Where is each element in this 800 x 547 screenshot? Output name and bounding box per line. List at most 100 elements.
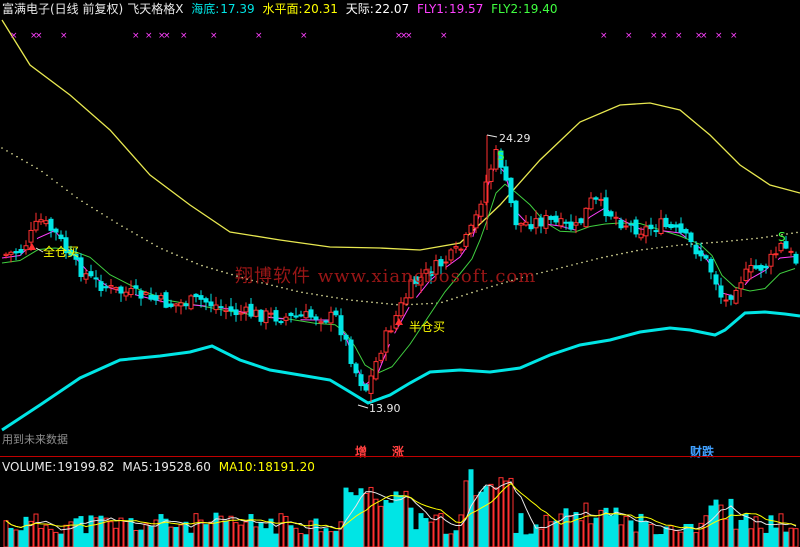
- candle-body: [543, 215, 549, 229]
- candle-body: [448, 249, 454, 261]
- mid-dot: [101, 212, 103, 215]
- mid-dot: [711, 241, 713, 244]
- mid-dot: [741, 239, 743, 241]
- mid-dot: [231, 273, 233, 276]
- candle-body: [613, 216, 619, 219]
- candle-body: [233, 309, 239, 316]
- x-marker: ×: [700, 31, 708, 41]
- volume-bar: [458, 514, 464, 547]
- mid-dot: [471, 291, 473, 294]
- mid-dot: [46, 174, 48, 177]
- mid-dot: [71, 193, 73, 195]
- candle-body: [788, 250, 794, 253]
- candle-body: [148, 294, 154, 300]
- mid-dot: [1, 147, 3, 149]
- mid-dot: [191, 260, 193, 263]
- mid-dot: [326, 295, 328, 298]
- mid-dot: [631, 250, 633, 253]
- candle-body: [208, 301, 214, 307]
- volume-value: 19199.82: [57, 460, 115, 474]
- volume-bar: [778, 513, 784, 547]
- volume-bar: [628, 520, 634, 547]
- x-marker: ×: [440, 31, 448, 41]
- volume-bar: [508, 477, 514, 547]
- candle-body: [683, 229, 689, 234]
- candle-body: [278, 321, 284, 324]
- candle-body: [678, 223, 684, 233]
- low-pointer: [357, 404, 369, 409]
- volume-bar: [128, 518, 134, 547]
- candle-body: [758, 265, 764, 271]
- candle-body: [628, 223, 634, 226]
- volume-bar: [48, 528, 54, 547]
- candle-body: [508, 177, 514, 204]
- candle-body: [733, 289, 739, 304]
- volume-bar: [748, 528, 754, 547]
- indicator-label-zhang: 涨: [392, 445, 405, 459]
- volume-bar: [573, 512, 579, 547]
- mid-dot: [136, 233, 138, 236]
- mid-dot: [551, 269, 553, 271]
- candle-body: [228, 306, 234, 312]
- mid-dot: [576, 262, 578, 265]
- mid-dot: [351, 299, 353, 302]
- x-marker: ×: [300, 31, 308, 41]
- volume-bar: [298, 533, 304, 547]
- stock-chart[interactable]: × × × × × × × × × × × × × × × × × × × × × × × × × 富满电子(日线 前复权) 飞天…: [0, 0, 800, 547]
- volume-bar: [483, 486, 489, 547]
- mid-dot: [61, 185, 63, 188]
- mid-dot: [311, 293, 313, 295]
- mid-dot: [456, 296, 458, 299]
- volume-bar: [118, 517, 124, 547]
- volume-bar: [398, 495, 404, 547]
- x-marker: ×: [625, 31, 633, 41]
- mid-dot: [641, 248, 643, 251]
- volume-bar: [73, 518, 79, 547]
- candle-body: [158, 295, 164, 300]
- mid-dot: [541, 271, 543, 274]
- volume-bar: [188, 532, 194, 547]
- candle-body: [693, 244, 699, 255]
- candle-body: [533, 218, 539, 229]
- ma10-value: 18191.20: [257, 460, 315, 474]
- x-marker: ×: [730, 31, 738, 41]
- mid-dot: [411, 303, 413, 306]
- mid-dot: [141, 236, 143, 239]
- stock-title: 富满电子(日线 前复权): [2, 2, 124, 16]
- candle-body: [178, 302, 184, 307]
- volume-bar: [553, 520, 559, 547]
- mid-dot: [391, 303, 393, 306]
- mid-dot: [106, 216, 108, 218]
- mid-dot: [91, 206, 93, 209]
- volume-bar: [328, 531, 334, 547]
- volume-bar: [743, 513, 749, 547]
- volume-bar: [93, 517, 99, 547]
- candle-body: [518, 222, 524, 226]
- haidi-value: 17.39: [220, 2, 255, 16]
- mid-dot: [346, 298, 348, 301]
- mid-dot: [596, 257, 598, 260]
- candle-body: [458, 248, 464, 251]
- mid-dot: [176, 254, 178, 257]
- candle-body: [118, 286, 124, 294]
- x-marker: ×: [650, 31, 658, 41]
- candle-body: [708, 258, 714, 273]
- mid-dot: [161, 248, 163, 250]
- volume-bar: [418, 513, 424, 547]
- candle-body: [713, 274, 719, 285]
- volume-bar: [283, 515, 289, 547]
- volume-bar: [238, 524, 244, 547]
- candle-body: [563, 221, 569, 224]
- volume-bar: [703, 515, 709, 547]
- mid-dot: [296, 290, 298, 293]
- mid-dot: [431, 302, 433, 305]
- candle-body: [238, 312, 244, 315]
- volume-bar: [623, 515, 629, 547]
- volume-header: VOLUME:19199.82 MA5:19528.60 MA10:18191.…: [2, 459, 319, 475]
- candle-body: [43, 220, 49, 225]
- candle-body: [348, 339, 354, 364]
- volume-bar: [638, 513, 644, 547]
- candle-body: [258, 309, 264, 322]
- candle-body: [643, 226, 649, 237]
- mid-dot: [216, 269, 218, 271]
